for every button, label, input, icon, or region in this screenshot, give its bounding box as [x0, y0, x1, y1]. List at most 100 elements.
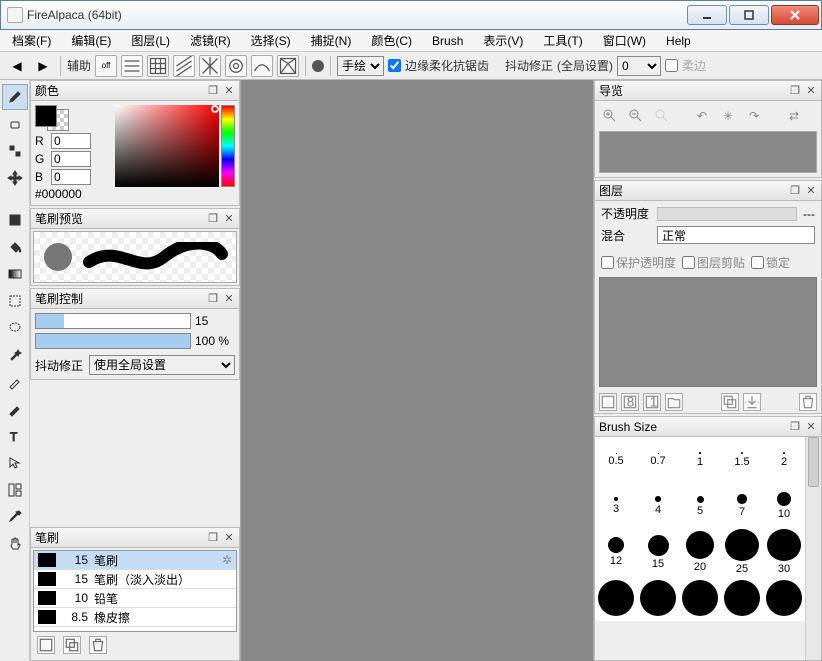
brush-size-cell[interactable] [679, 575, 721, 621]
select-rect-tool[interactable] [2, 288, 28, 314]
brush-list[interactable]: 15笔刷✲ 15笔刷（淡入淡出） 10铅笔 8.5橡皮擦 [33, 550, 237, 632]
brush-row[interactable]: 10铅笔 [34, 589, 236, 608]
brush-size-cell[interactable] [637, 575, 679, 621]
zoom-fit-button[interactable] [651, 105, 673, 127]
dot-tool[interactable] [2, 138, 28, 164]
operation-tool[interactable] [2, 450, 28, 476]
canvas-area[interactable] [240, 80, 594, 661]
brush-size-cell[interactable]: 0.7 [637, 437, 679, 483]
text-tool[interactable]: T [2, 423, 28, 449]
blend-select[interactable]: 正常 [657, 226, 815, 244]
snap-parallel-button[interactable] [121, 55, 143, 77]
brush-size-scrollbar[interactable] [805, 437, 821, 660]
new-layer-8bit-button[interactable]: 8 [621, 393, 639, 411]
close-button[interactable] [771, 5, 819, 25]
snap-circle-button[interactable] [225, 55, 247, 77]
stabilizer-select[interactable]: 0 [617, 56, 661, 76]
magic-wand-tool[interactable] [2, 342, 28, 368]
layer-list-area[interactable] [599, 277, 817, 387]
antialias-checkbox[interactable] [388, 59, 401, 72]
panel-undock-icon[interactable]: ❐ [789, 84, 801, 97]
merge-layer-button[interactable] [743, 393, 761, 411]
panel-close-icon[interactable]: ✕ [223, 292, 235, 305]
panel-undock-icon[interactable]: ❐ [789, 420, 801, 433]
protect-alpha-checkbox[interactable] [601, 256, 614, 269]
menu-filter[interactable]: 滤镜(R) [182, 30, 239, 51]
zoom-in-button[interactable] [599, 105, 621, 127]
panel-close-icon[interactable]: ✕ [805, 84, 817, 97]
brush-size-cell[interactable]: 5 [679, 483, 721, 529]
g-input[interactable] [51, 151, 91, 167]
menu-layer[interactable]: 图层(L) [123, 30, 178, 51]
gradient-tool[interactable] [2, 261, 28, 287]
stabilizer-select[interactable]: 使用全局设置 [89, 355, 235, 375]
panel-close-icon[interactable]: ✕ [805, 184, 817, 197]
menu-brush[interactable]: Brush [424, 32, 471, 50]
snap-radial-button[interactable] [199, 55, 221, 77]
brush-size-cell[interactable] [721, 575, 763, 621]
menu-color[interactable]: 颜色(C) [363, 30, 420, 51]
brush-size-cell[interactable]: 30 [763, 529, 805, 575]
brush-size-cell[interactable]: 1 [679, 437, 721, 483]
menu-select[interactable]: 选择(S) [243, 30, 299, 51]
duplicate-layer-button[interactable] [721, 393, 739, 411]
brush-size-cell[interactable]: 2 [763, 437, 805, 483]
duplicate-brush-button[interactable] [63, 636, 81, 654]
menu-snap[interactable]: 捕捉(N) [303, 30, 360, 51]
panel-close-icon[interactable]: ✕ [805, 420, 817, 433]
brush-size-cell[interactable] [595, 575, 637, 621]
brush-opacity-slider[interactable] [35, 333, 191, 349]
new-layer-1bit-button[interactable]: 1 [643, 393, 661, 411]
navigator-preview[interactable] [599, 131, 817, 173]
panel-close-icon[interactable]: ✕ [223, 531, 235, 544]
opacity-slider[interactable] [657, 207, 797, 221]
brush-size-cell[interactable] [763, 575, 805, 621]
lasso-tool[interactable] [2, 315, 28, 341]
panel-undock-icon[interactable]: ❐ [207, 212, 219, 225]
menu-help[interactable]: Help [658, 32, 699, 50]
add-brush-button[interactable] [37, 636, 55, 654]
delete-brush-button[interactable] [89, 636, 107, 654]
new-folder-button[interactable] [665, 393, 683, 411]
panel-undock-icon[interactable]: ❐ [207, 84, 219, 97]
brush-row[interactable]: 15笔刷✲ [34, 551, 236, 570]
brush-size-cell[interactable]: 3 [595, 483, 637, 529]
gear-icon[interactable]: ✲ [222, 553, 232, 567]
delete-layer-button[interactable] [799, 393, 817, 411]
rotate-reset-button[interactable]: ✳ [717, 105, 739, 127]
menu-edit[interactable]: 编辑(E) [63, 30, 119, 51]
snap-off-button[interactable]: off [95, 55, 117, 77]
zoom-out-button[interactable] [625, 105, 647, 127]
menu-window[interactable]: 窗口(W) [595, 30, 654, 51]
panel-close-icon[interactable]: ✕ [223, 84, 235, 97]
softedge-checkbox[interactable] [665, 59, 678, 72]
panel-close-icon[interactable]: ✕ [223, 212, 235, 225]
panel-undock-icon[interactable]: ❐ [207, 292, 219, 305]
bucket-tool[interactable] [2, 234, 28, 260]
snap-iso-button[interactable] [173, 55, 195, 77]
redo-button[interactable]: ▶ [32, 55, 54, 77]
divide-tool[interactable] [2, 477, 28, 503]
brush-size-cell[interactable]: 4 [637, 483, 679, 529]
fill-tool[interactable] [2, 207, 28, 233]
color-swatches[interactable] [35, 105, 69, 131]
flip-button[interactable]: ⇄ [783, 105, 805, 127]
select-pen-tool[interactable] [2, 369, 28, 395]
brush-size-cell[interactable]: 12 [595, 529, 637, 575]
menu-view[interactable]: 表示(V) [475, 30, 531, 51]
brush-size-cell[interactable]: 1.5 [721, 437, 763, 483]
eraser-tool[interactable] [2, 111, 28, 137]
color-field[interactable] [115, 105, 219, 187]
hand-tool[interactable] [2, 531, 28, 557]
r-input[interactable] [51, 133, 91, 149]
brush-size-cell[interactable]: 7 [721, 483, 763, 529]
clipping-checkbox[interactable] [682, 256, 695, 269]
move-tool[interactable] [2, 165, 28, 191]
select-eraser-tool[interactable] [2, 396, 28, 422]
snap-curve-button[interactable] [251, 55, 273, 77]
eyedropper-tool[interactable] [2, 504, 28, 530]
brush-size-cell[interactable]: 25 [721, 529, 763, 575]
brush-row[interactable]: 15笔刷（淡入淡出） [34, 570, 236, 589]
panel-undock-icon[interactable]: ❐ [789, 184, 801, 197]
undo-button[interactable]: ◀ [6, 55, 28, 77]
